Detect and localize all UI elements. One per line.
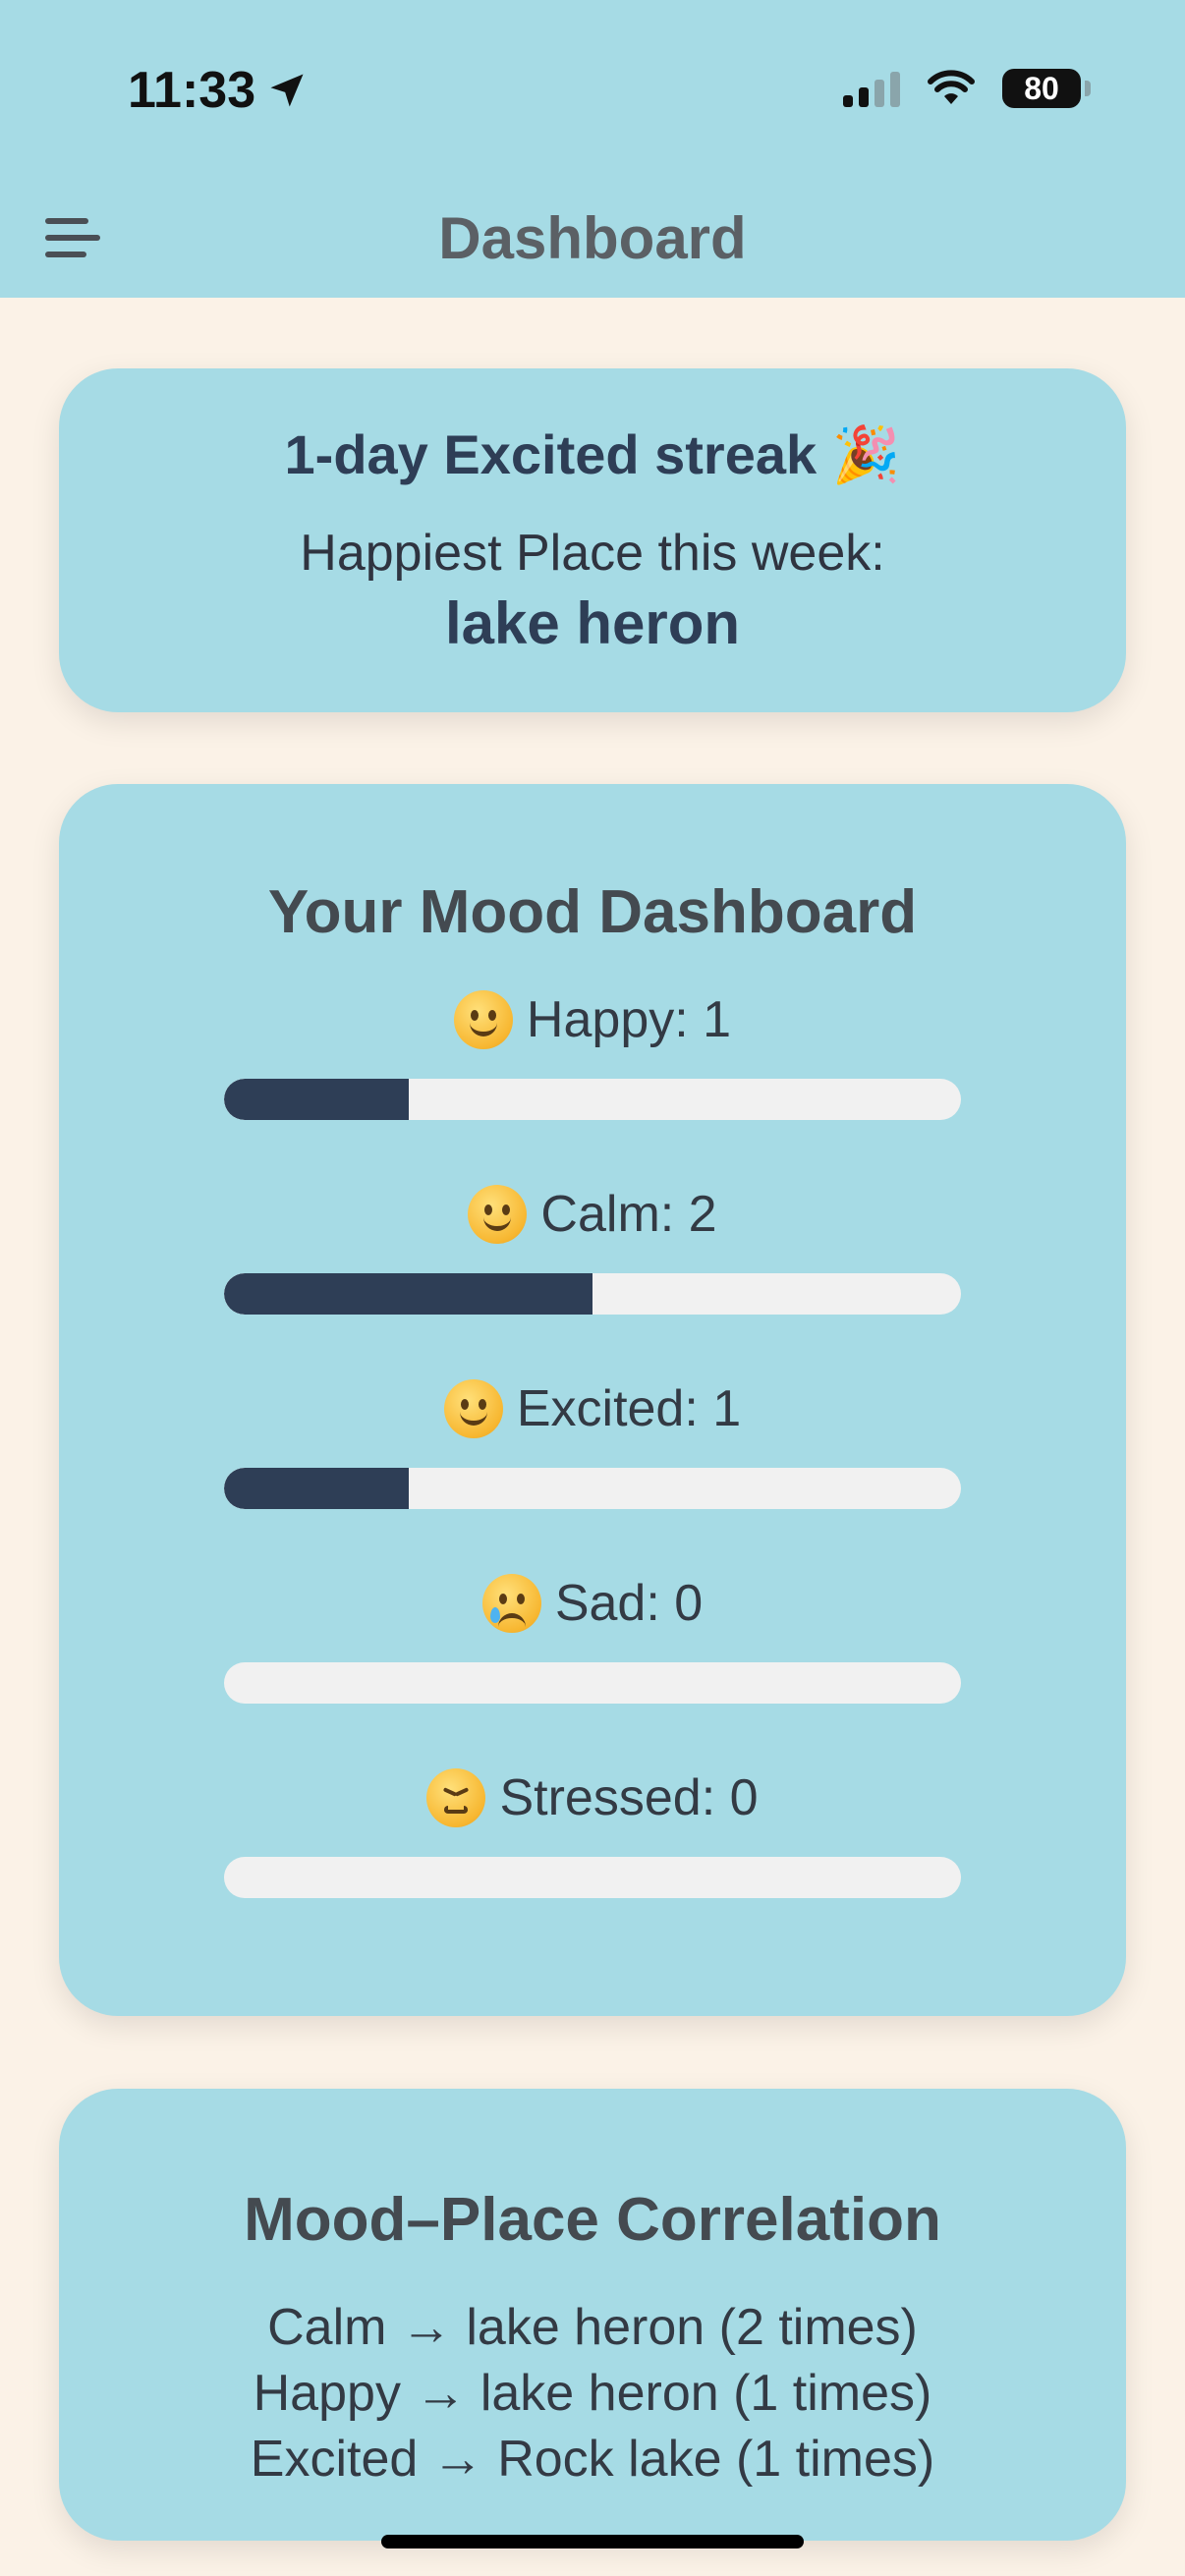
battery-icon: 80 [1002, 69, 1091, 108]
mood-place-correlation-card: Mood–Place Correlation Calm → lake heron… [59, 2089, 1126, 2541]
mood-row-excited: Excited: 1 [59, 1370, 1126, 1509]
mood-bar-fill-calm [224, 1273, 592, 1315]
app-screen: 11:33 80 Dashboard 1-day Excited streak … [0, 0, 1185, 2576]
mood-bar-stressed [224, 1857, 961, 1898]
mood-row-happy: Happy: 1 [59, 980, 1126, 1120]
mood-bar-fill-happy [224, 1079, 409, 1120]
correlation-item: Happy → lake heron (1 times) [253, 2365, 932, 2422]
grinning-face-icon [453, 990, 513, 1049]
correlation-item: Excited → Rock lake (1 times) [250, 2431, 935, 2488]
correlation-list: Calm → lake heron (2 times) Happy → lake… [59, 2295, 1126, 2492]
streak-card: 1-day Excited streak 🎉 Happiest Place th… [59, 368, 1126, 712]
page-title: Dashboard [438, 205, 747, 271]
mood-bar-sad [224, 1662, 961, 1704]
mood-bar-excited [224, 1468, 961, 1509]
mood-dashboard-card: Your Mood Dashboard Happy: 1 Calm: 2 Exc [59, 784, 1126, 2016]
mood-row-calm: Calm: 2 [59, 1175, 1126, 1315]
mood-row-sad: Sad: 0 [59, 1564, 1126, 1704]
mood-bar-fill-excited [224, 1468, 409, 1509]
top-bar: 11:33 80 Dashboard [0, 0, 1185, 298]
cellular-signal-icon [843, 70, 900, 107]
status-time: 11:33 [128, 61, 309, 120]
streak-title: 1-day Excited streak 🎉 [284, 423, 901, 485]
status-time-text: 11:33 [128, 62, 256, 119]
battery-level: 80 [1024, 70, 1059, 106]
mood-bar-calm [224, 1273, 961, 1315]
smiley-face-icon [443, 1379, 503, 1438]
mood-label-sad: Sad: 0 [554, 1575, 704, 1632]
happiest-place-label: Happiest Place this week: [300, 525, 885, 582]
home-indicator[interactable] [381, 2535, 804, 2548]
mood-label-happy: Happy: 1 [526, 991, 732, 1048]
mood-label-excited: Excited: 1 [516, 1380, 742, 1437]
location-arrow-icon [270, 74, 304, 107]
persevering-face-icon [426, 1768, 486, 1827]
happiest-place-value: lake heron [444, 590, 741, 656]
crying-face-icon [481, 1574, 541, 1633]
mood-row-stressed: Stressed: 0 [59, 1759, 1126, 1898]
smiling-face-icon [468, 1185, 528, 1244]
correlation-title: Mood–Place Correlation [244, 2186, 941, 2254]
status-indicators: 80 [843, 69, 1091, 108]
correlation-item: Calm → lake heron (2 times) [267, 2299, 918, 2356]
mood-bar-happy [224, 1079, 961, 1120]
mood-dashboard-title: Your Mood Dashboard [267, 878, 918, 946]
wifi-icon [928, 70, 975, 104]
mood-label-calm: Calm: 2 [540, 1186, 717, 1243]
mood-label-stressed: Stressed: 0 [499, 1769, 759, 1826]
